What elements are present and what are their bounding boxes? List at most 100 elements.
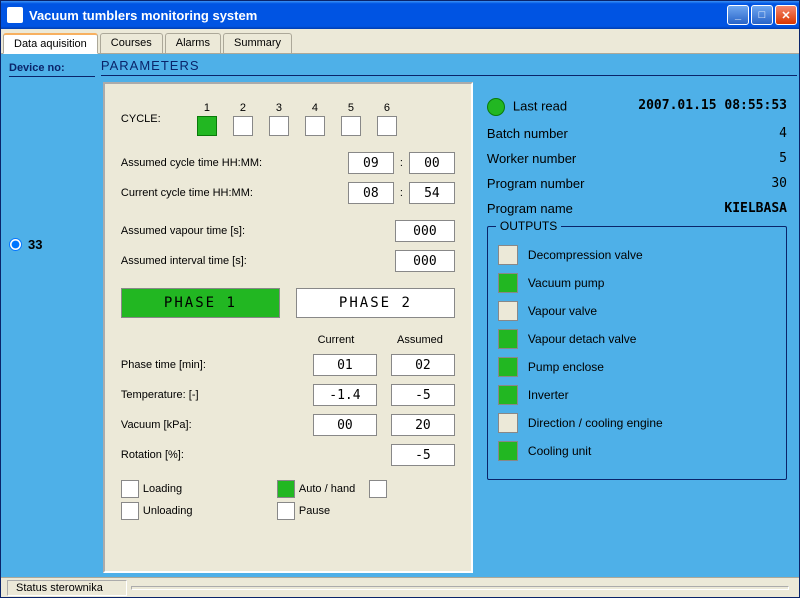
output-indicator (498, 413, 518, 433)
output-label: Vapour detach valve (528, 332, 637, 346)
current-cycle-row: Current cycle time HH:MM: : (121, 182, 455, 204)
app-icon (7, 7, 23, 23)
current-cycle-label: Current cycle time HH:MM: (121, 187, 348, 199)
output-label: Vapour valve (528, 304, 597, 318)
output-indicator (498, 245, 518, 265)
output-label: Inverter (528, 388, 569, 402)
minimize-button[interactable]: _ (727, 5, 749, 25)
cycle-6-box[interactable] (377, 116, 397, 136)
outputs-legend: OUTPUTS (496, 219, 561, 233)
vacuum-row: Vacuum [kPa]: (121, 414, 455, 436)
assumed-vapour[interactable] (395, 220, 455, 242)
output-5: Inverter (498, 385, 776, 405)
output-1: Vacuum pump (498, 273, 776, 293)
batch-value: 4 (779, 126, 787, 141)
assumed-vapour-label: Assumed vapour time [s]: (121, 225, 395, 237)
last-read-label: Last read (513, 98, 567, 113)
parameters-header: PARAMETERS (101, 56, 797, 76)
output-indicator (498, 329, 518, 349)
phase-2-button[interactable]: PHASE 2 (296, 288, 455, 318)
bottom-checks: Loading Unloading Auto / hand Pause (121, 480, 455, 520)
output-0: Decompression valve (498, 245, 776, 265)
vacuum-assumed[interactable] (391, 414, 455, 436)
assumed-cycle-mm[interactable] (409, 152, 455, 174)
assumed-cycle-hh[interactable] (348, 152, 394, 174)
current-cycle-mm[interactable] (409, 182, 455, 204)
worker-label: Worker number (487, 151, 576, 166)
maximize-button[interactable]: □ (751, 5, 773, 25)
autohand-check[interactable]: Auto / hand (277, 480, 387, 498)
vacuum-label: Vacuum [kPa]: (121, 419, 313, 431)
vacuum-current[interactable] (313, 414, 377, 436)
cycle-4-box[interactable] (305, 116, 325, 136)
tab-alarms[interactable]: Alarms (165, 33, 221, 53)
tab-summary[interactable]: Summary (223, 33, 292, 53)
window-title: Vacuum tumblers monitoring system (27, 8, 727, 23)
device-radio-input[interactable] (9, 238, 22, 251)
output-indicator (498, 441, 518, 461)
pause-check[interactable]: Pause (277, 502, 387, 520)
device-header: Device no: (9, 62, 95, 77)
worker-value: 5 (779, 151, 787, 166)
assumed-cycle-row: Assumed cycle time HH:MM: : (121, 152, 455, 174)
info-panel: Last read 2007.01.15 08:55:53 Batch numb… (479, 82, 795, 573)
output-indicator (498, 273, 518, 293)
batch-label: Batch number (487, 126, 568, 141)
cycle-label: CYCLE: (121, 113, 197, 125)
statusbar: Status sterownika (1, 577, 799, 597)
device-number: 33 (28, 237, 42, 252)
program-name-value: KIELBASA (724, 201, 787, 216)
output-4: Pump enclose (498, 357, 776, 377)
close-button[interactable]: ✕ (775, 5, 797, 25)
unloading-check[interactable]: Unloading (121, 502, 271, 520)
output-2: Vapour valve (498, 301, 776, 321)
temperature-label: Temperature: [-] (121, 389, 313, 401)
rotation-label: Rotation [%]: (121, 449, 391, 461)
timestamp: 2007.01.15 08:55:53 (638, 98, 787, 116)
device-column: Device no: 33 (3, 56, 101, 575)
output-label: Direction / cooling engine (528, 416, 663, 430)
tab-data-aquisition[interactable]: Data aquisition (3, 33, 98, 54)
cycle-5-box[interactable] (341, 116, 361, 136)
cycle-1-box[interactable] (197, 116, 217, 136)
current-cycle-hh[interactable] (348, 182, 394, 204)
window-buttons: _ □ ✕ (727, 5, 797, 25)
status-led-icon (487, 98, 505, 116)
phase-time-label: Phase time [min]: (121, 359, 313, 371)
last-read-row: Last read 2007.01.15 08:55:53 (487, 98, 787, 116)
tab-courses[interactable]: Courses (100, 33, 163, 53)
output-label: Pump enclose (528, 360, 604, 374)
cycle-boxes: 123456 (197, 102, 397, 136)
assumed-interval[interactable] (395, 250, 455, 272)
params-panel: CYCLE: 123456 Assumed cycle time HH:MM: … (103, 82, 473, 573)
phase-row: PHASE 1 PHASE 2 (121, 288, 455, 318)
phase-time-current[interactable] (313, 354, 377, 376)
rotation-current[interactable] (391, 444, 455, 466)
output-indicator (498, 357, 518, 377)
device-radio[interactable]: 33 (9, 237, 95, 252)
program-name-label: Program name (487, 201, 573, 216)
output-7: Cooling unit (498, 441, 776, 461)
program-num-label: Program number (487, 176, 585, 191)
phase-1-button[interactable]: PHASE 1 (121, 288, 280, 318)
loading-check[interactable]: Loading (121, 480, 271, 498)
temperature-assumed[interactable] (391, 384, 455, 406)
output-indicator (498, 385, 518, 405)
parameters-wrap: PARAMETERS CYCLE: 123456 Assumed cycle t… (101, 56, 797, 575)
output-6: Direction / cooling engine (498, 413, 776, 433)
content: Device no: 33 PARAMETERS CYCLE: 123456 A… (1, 54, 799, 577)
col-assumed: Assumed (385, 334, 455, 346)
assumed-interval-row: Assumed interval time [s]: (121, 250, 455, 272)
phase-time-row: Phase time [min]: (121, 354, 455, 376)
temperature-current[interactable] (313, 384, 377, 406)
phase-time-assumed[interactable] (391, 354, 455, 376)
output-label: Cooling unit (528, 444, 591, 458)
cycle-row: CYCLE: 123456 (121, 102, 455, 136)
status-text: Status sterownika (7, 580, 127, 596)
cycle-2-box[interactable] (233, 116, 253, 136)
output-indicator (498, 301, 518, 321)
output-3: Vapour detach valve (498, 329, 776, 349)
parameters: CYCLE: 123456 Assumed cycle time HH:MM: … (101, 80, 797, 575)
assumed-vapour-row: Assumed vapour time [s]: (121, 220, 455, 242)
cycle-3-box[interactable] (269, 116, 289, 136)
